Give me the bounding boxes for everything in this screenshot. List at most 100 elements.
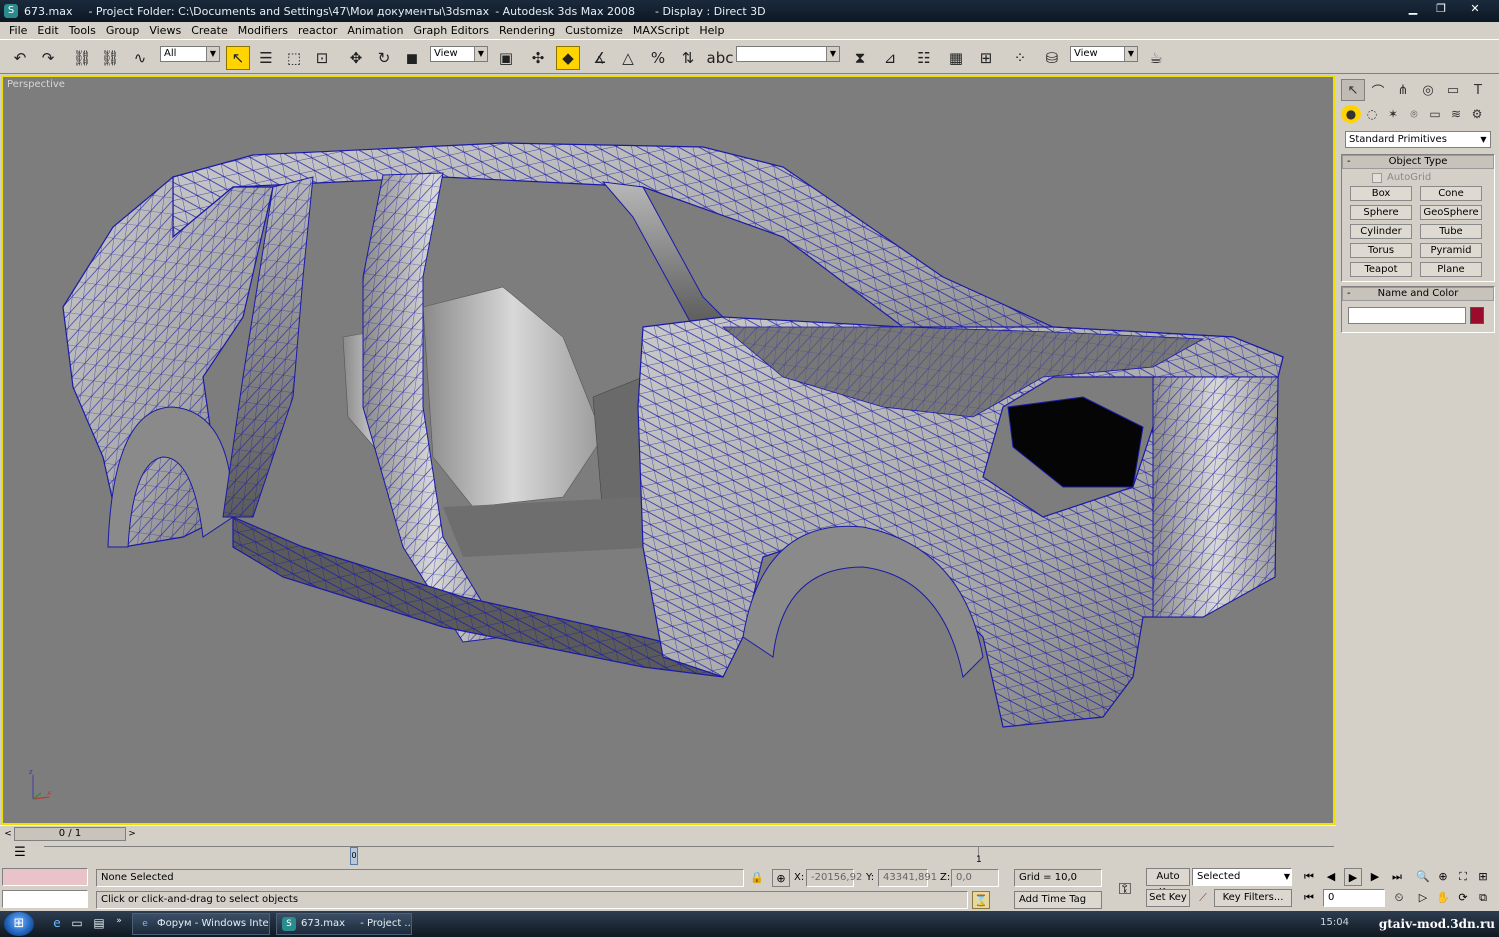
space-warps-icon[interactable]: ≋ [1446,105,1466,123]
menu-help[interactable]: Help [694,22,729,39]
time-marker[interactable]: 0 [350,847,358,865]
maximize-viewport-icon[interactable]: ⧉ [1474,889,1492,907]
goto-start-icon[interactable]: ⏮ [1300,868,1318,886]
snaps-toggle-icon[interactable]: ∡ [588,46,612,70]
quick-launch-more-icon[interactable]: » [110,916,128,926]
menu-file[interactable]: File [4,22,32,39]
hierarchy-tab-icon[interactable]: ⋔ [1391,79,1415,101]
curve-editor-icon[interactable]: ▦ [944,46,968,70]
autogrid-checkbox[interactable]: AutoGrid [1372,172,1494,183]
menu-edit[interactable]: Edit [32,22,63,39]
mini-curve-editor-icon[interactable]: ☰ [10,845,30,863]
primitive-category-dropdown[interactable]: Standard Primitives ▼ [1345,131,1491,148]
cylinder-button[interactable]: Cylinder [1350,224,1412,239]
play-icon[interactable]: ▶ [1344,868,1362,886]
name-and-color-header[interactable]: - Name and Color [1342,287,1494,301]
cameras-icon[interactable]: ⌾ [1404,105,1424,123]
systems-icon[interactable]: ⚙ [1467,105,1487,123]
angle-snap-icon[interactable]: △ [616,46,640,70]
time-slider-prev-icon[interactable]: < [2,827,14,841]
object-color-swatch[interactable] [1470,307,1484,324]
plane-button[interactable]: Plane [1420,262,1482,277]
menu-customize[interactable]: Customize [560,22,628,39]
zoom-extents-all-icon[interactable]: ⊞ [1474,868,1492,886]
torus-button[interactable]: Torus [1350,243,1412,258]
menu-tools[interactable]: Tools [64,22,101,39]
selection-filter-dropdown[interactable]: All ▼ [160,46,220,62]
z-coordinate-field[interactable]: 0,0 [951,869,999,887]
time-slider-next-icon[interactable]: > [126,827,138,841]
utilities-tab-icon[interactable]: T [1466,79,1490,101]
select-and-manipulate-icon[interactable]: ✣ [526,46,550,70]
material-editor-icon[interactable]: ⁘ [1008,46,1032,70]
percent-snap-icon[interactable]: % [646,46,670,70]
select-and-link-icon[interactable]: ⛓ [70,46,94,70]
reference-coordinate-dropdown[interactable]: View ▼ [430,46,488,62]
object-type-header[interactable]: - Object Type [1342,155,1494,169]
time-tag-icon[interactable]: ⌛ [972,891,990,909]
shapes-icon[interactable]: ◌ [1362,105,1382,123]
set-key-mode-icon[interactable]: ⚿ [1112,876,1138,902]
zoom-all-icon[interactable]: ⊕ [1434,868,1452,886]
key-filters-button[interactable]: Key Filters... [1214,889,1292,907]
teapot-button[interactable]: Teapot [1350,262,1412,277]
redo-icon[interactable]: ↷ [36,46,60,70]
menu-create[interactable]: Create [186,22,233,39]
lights-icon[interactable]: ✶ [1383,105,1403,123]
menu-views[interactable]: Views [144,22,186,39]
helpers-icon[interactable]: ▭ [1425,105,1445,123]
edit-named-selection-icon[interactable]: abc [707,46,734,70]
internet-explorer-icon[interactable]: e [48,916,66,930]
pivot-center-icon[interactable]: ▣ [494,46,518,70]
zoom-extents-icon[interactable]: ⛶ [1454,868,1472,886]
menu-reactor[interactable]: reactor [293,22,342,39]
auto-key-button[interactable]: Auto Key [1146,868,1190,898]
motion-tab-icon[interactable]: ◎ [1416,79,1440,101]
arc-rotate-icon[interactable]: ⟳ [1454,889,1472,907]
menu-modifiers[interactable]: Modifiers [233,22,293,39]
next-frame-icon[interactable]: ▶ [1366,868,1384,886]
previous-frame-icon[interactable]: ◀ [1322,868,1340,886]
bind-space-warp-icon[interactable]: ∿ [128,46,152,70]
object-name-input[interactable] [1348,307,1466,324]
select-and-move-icon[interactable]: ✥ [344,46,368,70]
menu-graph-editors[interactable]: Graph Editors [408,22,494,39]
system-clock[interactable]: 15:04 [1320,917,1349,928]
pyramid-button[interactable]: Pyramid [1420,243,1482,258]
start-button-icon[interactable]: ⊞ [4,912,34,936]
modify-tab-icon[interactable]: ⌒ [1366,79,1390,101]
undo-icon[interactable]: ↶ [8,46,32,70]
key-mode-toggle-icon[interactable]: ⏮ [1300,889,1318,907]
rectangular-region-icon[interactable]: ⬚ [282,46,306,70]
select-by-name-icon[interactable]: ☰ [254,46,278,70]
layer-manager-icon[interactable]: ☷ [912,46,936,70]
render-view-dropdown[interactable]: View ▼ [1070,46,1138,62]
zoom-icon[interactable]: 🔍 [1414,868,1432,886]
tube-button[interactable]: Tube [1420,224,1482,239]
pan-icon[interactable]: ✋ [1434,889,1452,907]
render-setup-icon[interactable]: ⛁ [1040,46,1064,70]
keyboard-shortcut-override-icon[interactable]: ◆ [556,46,580,70]
menu-rendering[interactable]: Rendering [494,22,560,39]
cone-button[interactable]: Cone [1420,186,1482,201]
unlink-icon[interactable]: ⛓ [98,46,122,70]
menu-maxscript[interactable]: MAXScript [628,22,694,39]
restore-icon[interactable]: ❐ [1429,2,1453,18]
set-key-button[interactable]: Set Key [1146,889,1190,907]
quick-render-icon[interactable]: ☕ [1144,46,1168,70]
display-tab-icon[interactable]: ▭ [1441,79,1465,101]
selection-lock-icon[interactable]: 🔒 [748,869,766,887]
key-filter-curve-icon[interactable]: ⟋ [1194,889,1212,907]
geometry-icon[interactable]: ● [1341,105,1361,123]
named-selection-dropdown[interactable]: ▼ [736,46,840,62]
menu-animation[interactable]: Animation [342,22,408,39]
close-icon[interactable]: ✕ [1457,2,1493,18]
field-of-view-icon[interactable]: ▷ [1414,889,1432,907]
select-object-icon[interactable]: ↖ [226,46,250,70]
goto-end-icon[interactable]: ⏭ [1388,868,1406,886]
add-time-tag-button[interactable]: Add Time Tag [1014,891,1102,909]
window-crossing-icon[interactable]: ⊡ [310,46,334,70]
perspective-viewport[interactable]: Perspective z x [1,75,1335,825]
track-timeline[interactable]: 0 1 [44,846,1334,865]
maxscript-listener-white[interactable] [2,890,88,908]
